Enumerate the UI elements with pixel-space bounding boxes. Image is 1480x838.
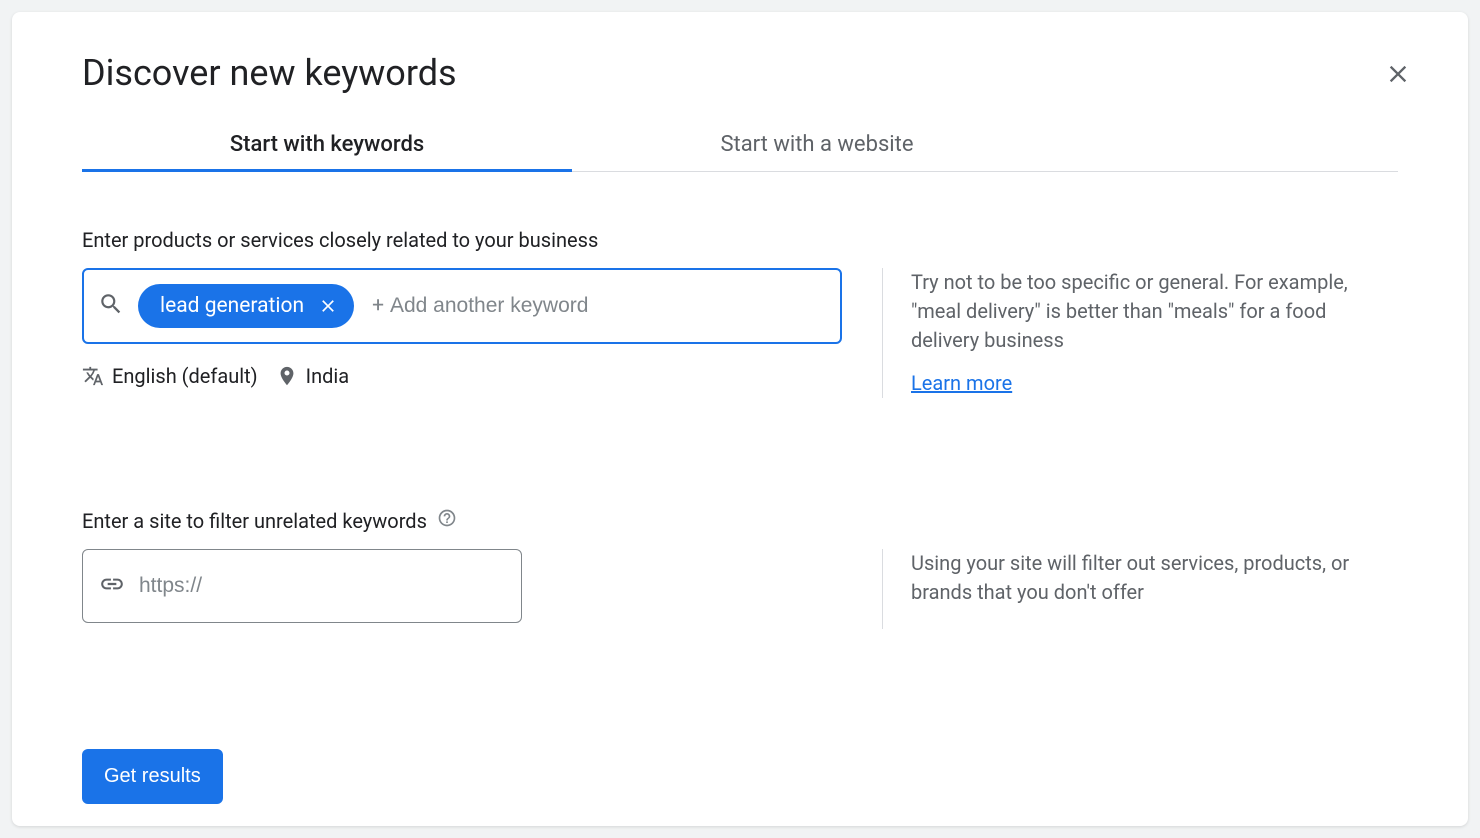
get-results-button[interactable]: Get results bbox=[82, 749, 223, 804]
location-label: India bbox=[306, 364, 350, 388]
keywords-left: lead generation + English (default) Indi… bbox=[82, 268, 842, 398]
language-selector[interactable]: English (default) bbox=[82, 364, 258, 388]
keyword-input[interactable] bbox=[390, 286, 826, 326]
keywords-label: Enter products or services closely relat… bbox=[82, 228, 1398, 252]
close-button[interactable] bbox=[1384, 60, 1412, 92]
site-section: Using your site will filter out services… bbox=[82, 549, 1398, 629]
search-icon bbox=[98, 291, 124, 321]
dialog-card: Discover new keywords Start with keyword… bbox=[12, 12, 1468, 826]
keywords-section: lead generation + English (default) Indi… bbox=[82, 268, 1398, 398]
language-label: English (default) bbox=[112, 364, 258, 388]
site-input-container[interactable] bbox=[82, 549, 522, 623]
page-title: Discover new keywords bbox=[82, 52, 1398, 94]
site-label-text: Enter a site to filter unrelated keyword… bbox=[82, 509, 427, 533]
help-icon[interactable] bbox=[437, 508, 457, 533]
add-keyword-plus: + bbox=[372, 294, 384, 318]
tab-keywords[interactable]: Start with keywords bbox=[82, 118, 572, 171]
keywords-tip-text: Try not to be too specific or general. F… bbox=[911, 268, 1398, 355]
close-icon bbox=[1384, 60, 1412, 88]
tab-website[interactable]: Start with a website bbox=[572, 118, 1062, 171]
translate-icon bbox=[82, 365, 104, 387]
keyword-chip: lead generation bbox=[138, 284, 354, 328]
keyword-input-container[interactable]: lead generation + bbox=[82, 268, 842, 344]
location-icon bbox=[276, 365, 298, 387]
link-icon bbox=[99, 571, 125, 601]
tabs: Start with keywords Start with a website bbox=[82, 118, 1398, 172]
location-selector[interactable]: India bbox=[276, 364, 350, 388]
remove-chip-button[interactable] bbox=[318, 296, 338, 316]
meta-row: English (default) India bbox=[82, 364, 842, 388]
close-icon bbox=[318, 296, 338, 316]
site-left bbox=[82, 549, 842, 629]
keyword-chip-label: lead generation bbox=[160, 294, 304, 318]
site-input[interactable] bbox=[139, 574, 505, 598]
site-tip-panel: Using your site will filter out services… bbox=[882, 549, 1398, 629]
site-label: Enter a site to filter unrelated keyword… bbox=[82, 508, 1398, 533]
keywords-tip-panel: Try not to be too specific or general. F… bbox=[882, 268, 1398, 398]
learn-more-link[interactable]: Learn more bbox=[911, 369, 1012, 398]
site-tip-text: Using your site will filter out services… bbox=[911, 549, 1398, 607]
